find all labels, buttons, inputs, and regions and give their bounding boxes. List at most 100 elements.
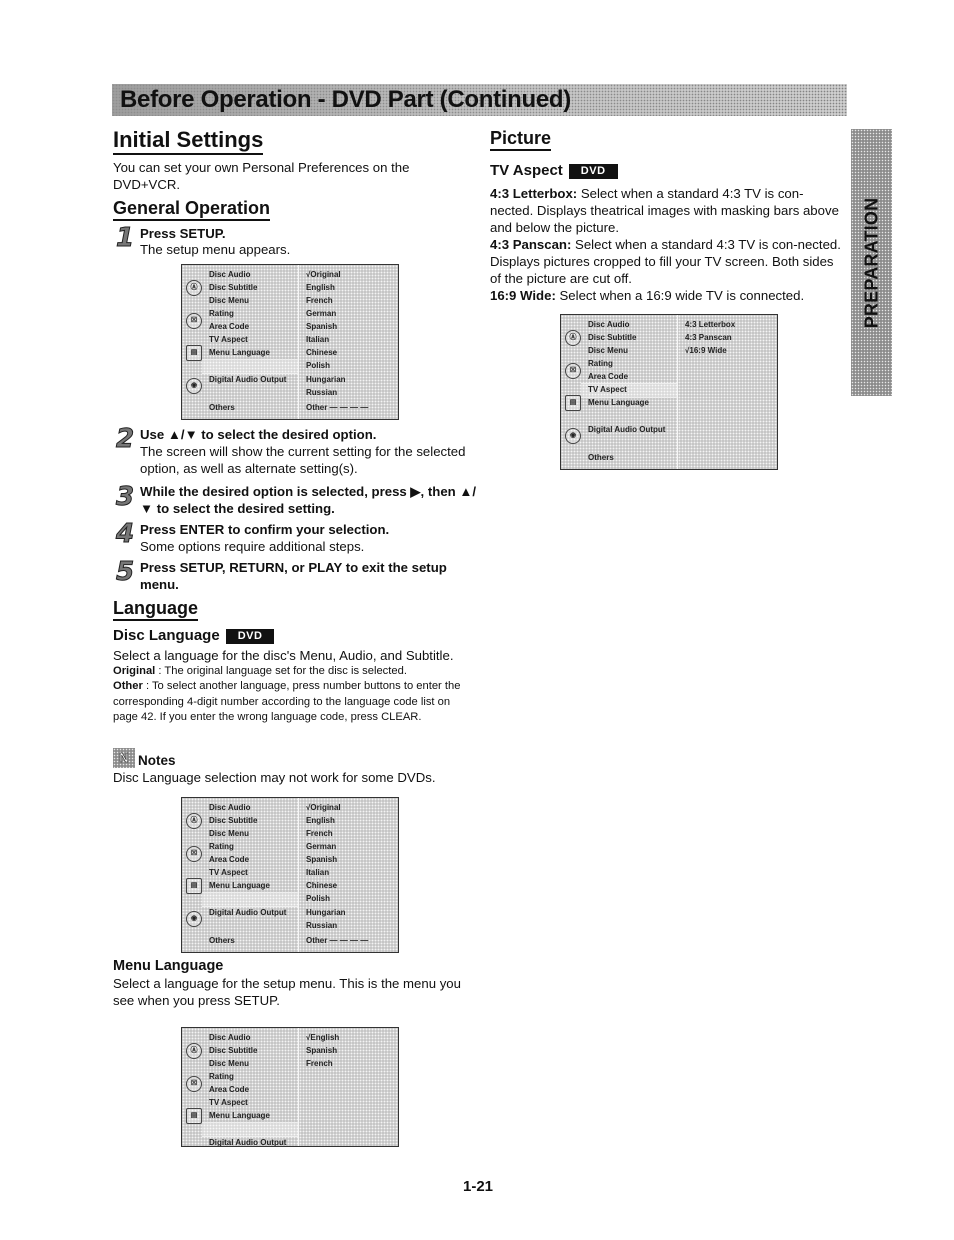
disc-language-heading: Disc Language DVD	[113, 627, 275, 645]
disc-language-menu-screenshot: Ⓐ ☒ ▤ ◉ Disc Audio Disc Subtitle Disc Menu Rati…	[181, 797, 399, 953]
step-2-title: Use ▲/▼ to select the desired option.	[140, 427, 377, 442]
osd-menu-item: Disc Subtitle	[209, 283, 258, 292]
notes-icon: N	[113, 748, 135, 768]
osd-setting-value: Spanish	[306, 855, 338, 864]
disc-language-icon: Ⓐ	[565, 330, 581, 346]
osd-column-divider	[298, 798, 299, 952]
osd-setting-value: English	[306, 816, 335, 825]
osd-menu-item: Disc Subtitle	[209, 816, 258, 825]
step-1-title: Press SETUP.	[140, 226, 226, 241]
osd-setting-value: 4:3 Panscan	[685, 333, 732, 342]
osd-setting-value: Hungarian	[306, 908, 346, 917]
wide-label: 16:9 Wide:	[490, 288, 556, 303]
osd-column-divider	[677, 315, 678, 469]
picture-heading: Picture	[490, 127, 552, 151]
osd-menu-item: Disc Menu	[588, 346, 629, 355]
disc-language-icon: Ⓐ	[186, 1043, 202, 1059]
step-4-text: Some options require additional steps.	[140, 539, 365, 554]
tv-aspect-menu-screenshot: Ⓐ ☒ ▤ ◉ Disc Audio Disc Subtitle Disc Menu Rati…	[560, 314, 778, 470]
osd-setting-value: Italian	[306, 335, 330, 344]
initial-settings-intro: You can set your own Personal Preference…	[113, 160, 410, 192]
dvd-badge: DVD	[568, 164, 618, 179]
osd-menu-item: Disc Menu	[209, 296, 250, 305]
osd-setting-value: German	[306, 309, 337, 318]
initial-settings-heading: Initial Settings	[113, 127, 264, 155]
osd-setting-value: Polish	[306, 361, 331, 370]
osd-menu-item: Others	[209, 936, 235, 945]
osd-menu-item: Disc Audio	[209, 1033, 251, 1042]
other-option-note: Other : To select another language, pres…	[113, 679, 473, 726]
osd-menu-item: Rating	[209, 1072, 234, 1081]
osd-menu-item: Disc Subtitle	[209, 1046, 258, 1055]
osd-setting-value: German	[306, 842, 337, 851]
rating-lock-icon: ☒	[186, 845, 202, 862]
osd-column-divider	[298, 1028, 299, 1146]
osd-menu-item: Rating	[209, 842, 234, 851]
chapter-side-tab: PREPARATION	[851, 129, 892, 396]
other-option-label: Other	[113, 680, 143, 692]
osd-highlight-band	[202, 359, 298, 374]
osd-setting-value: Chinese	[306, 348, 338, 357]
osd-menu-item: Disc Subtitle	[588, 333, 637, 342]
step-3-numeral-icon: 3	[115, 482, 135, 512]
osd-setting-value: Spanish	[306, 1046, 338, 1055]
tv-menu-icon: ▤	[186, 1108, 202, 1124]
menu-language-screenshot: Ⓐ ☒ ▤ Disc Audio Disc Subtitle Disc Menu Ratin…	[181, 1027, 399, 1147]
dvd-badge: DVD	[225, 629, 275, 644]
osd-setting-value: Spanish	[306, 322, 338, 331]
banner-title: Before Operation - DVD Part (Continued)	[120, 86, 571, 113]
tv-menu-icon: ▤	[186, 345, 202, 361]
disc-language-title: Disc Language	[113, 627, 220, 644]
osd-menu-item: Area Code	[588, 372, 629, 381]
osd-menu-item-partial: Digital Audio Output	[209, 1138, 287, 1147]
notes-title: Notes	[138, 753, 176, 768]
osd-menu-item: Area Code	[209, 855, 250, 864]
osd-menu-item: Rating	[588, 359, 613, 368]
osd-menu-item: Menu Language	[209, 881, 270, 890]
page-number: 1-21	[463, 1178, 494, 1195]
rating-lock-icon: ☒	[186, 312, 202, 329]
rating-lock-icon: ☒	[565, 362, 581, 379]
letterbox-label: 4:3 Letterbox:	[490, 186, 578, 201]
osd-setting-value: English	[306, 283, 335, 292]
other-option-text: : To select another language, press numb…	[113, 680, 461, 723]
original-option-label: Original	[113, 665, 156, 677]
osd-highlight-band	[202, 1122, 298, 1137]
audio-output-icon: ◉	[186, 911, 202, 927]
osd-menu-item: Disc Audio	[209, 803, 251, 812]
step-4-numeral-icon: 4	[115, 519, 135, 549]
osd-menu-item: Disc Menu	[209, 829, 250, 838]
osd-menu-item: TV Aspect	[588, 385, 627, 394]
osd-highlight-band	[202, 892, 298, 907]
disc-language-icon: Ⓐ	[186, 813, 202, 829]
tv-aspect-wide: 16:9 Wide: Select when a 16:9 wide TV is…	[490, 287, 846, 304]
step-5-numeral-icon: 5	[115, 557, 135, 587]
osd-menu-item: Menu Language	[588, 398, 649, 407]
osd-menu-item: Rating	[209, 309, 234, 318]
tv-menu-icon: ▤	[186, 878, 202, 894]
step-2-text: The screen will show the current setting…	[140, 444, 466, 476]
step-1-numeral-icon: 1	[115, 223, 135, 253]
wide-text: Select when a 16:9 wide TV is connected.	[555, 288, 805, 303]
tv-aspect-heading: TV Aspect DVD	[490, 162, 618, 180]
osd-setting-value: Hungarian	[306, 375, 346, 384]
disc-language-description: Select a language for the disc's Menu, A…	[113, 648, 454, 663]
osd-setting-value: Other — — — —	[306, 403, 369, 412]
osd-menu-item: Disc Menu	[209, 1059, 250, 1068]
osd-setting-value: Italian	[306, 868, 330, 877]
osd-setting-value: 4:3 Letterbox	[685, 320, 736, 329]
osd-menu-item: Digital Audio Output	[209, 908, 287, 917]
osd-menu-item: Disc Audio	[588, 320, 630, 329]
osd-menu-item: Others	[209, 403, 235, 412]
disc-language-icon: Ⓐ	[186, 280, 202, 296]
osd-setting-value: French	[306, 829, 333, 838]
osd-menu-item: Digital Audio Output	[588, 425, 666, 434]
osd-setting-value: √16:9 Wide	[685, 346, 727, 355]
osd-menu-item: Others	[588, 453, 614, 462]
osd-menu-item: Menu Language	[209, 1111, 270, 1120]
osd-menu-item: TV Aspect	[209, 335, 248, 344]
osd-menu-item: Disc Audio	[209, 270, 251, 279]
setup-menu-screenshot: Ⓐ ☒ ▤ ◉ Disc Audio Disc Subtitle Disc Menu Rati…	[181, 264, 399, 420]
osd-setting-value: Russian	[306, 388, 338, 397]
osd-menu-item: Digital Audio Output	[209, 375, 287, 384]
